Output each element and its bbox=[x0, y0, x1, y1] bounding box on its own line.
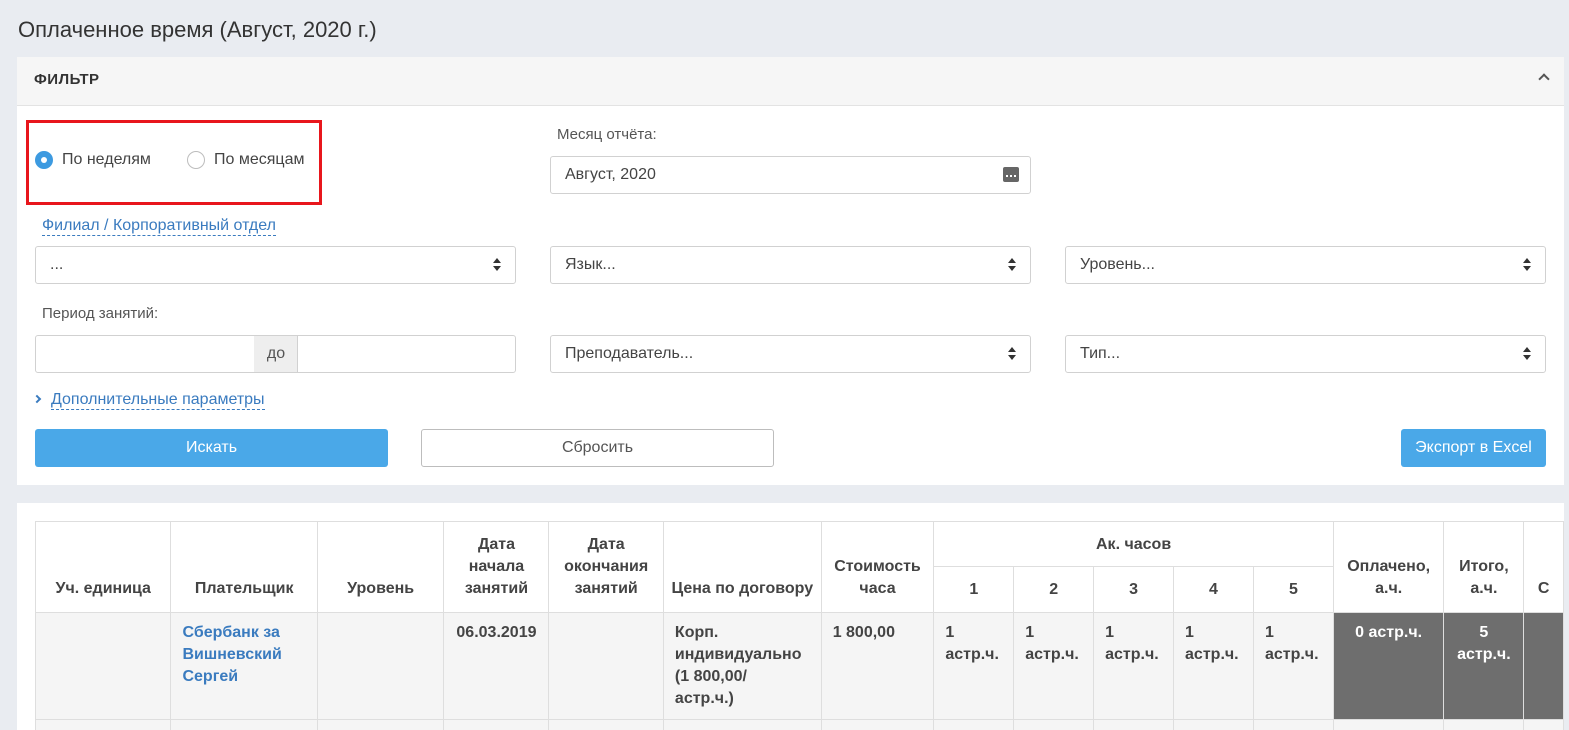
select-arrows-icon bbox=[1522, 258, 1532, 272]
report-month-value: Август, 2020 bbox=[565, 166, 656, 183]
radio-by-months[interactable]: По месяцам bbox=[187, 151, 304, 169]
results-panel: Уч. единица Плательщик Уровень Дата нача… bbox=[17, 503, 1564, 730]
col-payer[interactable]: Плательщик bbox=[170, 521, 318, 613]
col-week-5[interactable]: 5 bbox=[1252, 566, 1334, 613]
cell-empty bbox=[548, 719, 664, 730]
col-unit[interactable]: Уч. единица bbox=[34, 521, 172, 613]
filter-title: ФИЛЬТР bbox=[34, 71, 100, 88]
col-paid[interactable]: Оплачено, а.ч. bbox=[1332, 521, 1445, 613]
branch-select-value: ... bbox=[50, 256, 64, 273]
cell-total: 5 астр.ч. bbox=[1443, 612, 1525, 720]
filter-panel: ФИЛЬТР По неделям По месяцам Месяц отчёт… bbox=[17, 57, 1564, 485]
cell-cut bbox=[1523, 612, 1564, 720]
col-cut[interactable]: С bbox=[1523, 521, 1564, 613]
type-select[interactable]: Тип... bbox=[1065, 335, 1546, 373]
class-period-label: Период занятий: bbox=[42, 305, 159, 322]
cell-empty bbox=[1093, 719, 1175, 730]
cell-empty bbox=[933, 719, 1015, 730]
level-select-value: Уровень... bbox=[1080, 256, 1155, 273]
calendar-icon[interactable] bbox=[1003, 167, 1019, 182]
cell-level bbox=[316, 612, 445, 720]
type-select-value: Тип... bbox=[1080, 345, 1121, 362]
cell-week-4: 1 астр.ч. bbox=[1173, 612, 1254, 720]
col-hour-cost[interactable]: Стоимость часа bbox=[820, 521, 935, 613]
search-button[interactable]: Искать bbox=[35, 429, 388, 467]
report-month-label: Месяц отчёта: bbox=[557, 126, 657, 143]
export-excel-button[interactable]: Экспорт в Excel bbox=[1401, 429, 1546, 467]
cell-empty bbox=[170, 719, 318, 730]
table-row: Сбербанк за Вишневский Сергей 06.03.2019… bbox=[34, 612, 1564, 720]
cell-hour-cost: 1 800,00 bbox=[820, 612, 935, 720]
level-select[interactable]: Уровень... bbox=[1065, 246, 1546, 284]
cell-empty bbox=[1252, 719, 1334, 730]
report-month-input[interactable]: Август, 2020 bbox=[550, 156, 1031, 194]
filter-header[interactable]: ФИЛЬТР bbox=[17, 57, 1564, 106]
select-arrows-icon bbox=[492, 258, 502, 272]
cell-empty bbox=[1443, 719, 1525, 730]
col-week-1[interactable]: 1 bbox=[933, 566, 1015, 613]
chevron-right-icon[interactable] bbox=[32, 394, 42, 404]
additional-params-link[interactable]: Дополнительные параметры bbox=[51, 390, 265, 410]
cell-end-date bbox=[548, 612, 664, 720]
period-to-input[interactable] bbox=[297, 335, 516, 373]
col-end-date[interactable]: Дата окончания занятий bbox=[548, 521, 664, 613]
branch-link[interactable]: Филиал / Корпоративный отдел bbox=[42, 216, 276, 236]
cell-empty bbox=[1332, 719, 1445, 730]
col-week-2[interactable]: 2 bbox=[1013, 566, 1095, 613]
select-arrows-icon bbox=[1007, 347, 1017, 361]
cell-empty bbox=[820, 719, 935, 730]
payer-link[interactable]: Сбербанк за Вишневский Сергей bbox=[182, 624, 281, 685]
cell-empty bbox=[1013, 719, 1095, 730]
cell-payer: Сбербанк за Вишневский Сергей bbox=[170, 612, 318, 720]
cell-empty bbox=[34, 719, 172, 730]
cell-empty bbox=[1523, 719, 1564, 730]
period-from-input[interactable] bbox=[35, 335, 255, 373]
page-title: Оплаченное время (Август, 2020 г.) bbox=[18, 17, 377, 42]
col-start-date[interactable]: Дата начала занятий bbox=[443, 521, 550, 613]
chevron-up-icon[interactable] bbox=[1538, 73, 1550, 85]
language-select-value: Язык... bbox=[565, 256, 616, 273]
select-arrows-icon bbox=[1007, 258, 1017, 272]
cell-empty bbox=[316, 719, 445, 730]
reset-button[interactable]: Сбросить bbox=[421, 429, 774, 467]
language-select[interactable]: Язык... bbox=[550, 246, 1031, 284]
cell-week-2: 1 астр.ч. bbox=[1013, 612, 1095, 720]
cell-week-1: 1 астр.ч. bbox=[933, 612, 1015, 720]
col-price[interactable]: Цена по договору bbox=[662, 521, 822, 613]
select-arrows-icon bbox=[1522, 347, 1532, 361]
cell-empty bbox=[662, 719, 822, 730]
radio-by-weeks-label: По неделям bbox=[62, 151, 151, 168]
paid-time-table: Уч. единица Плательщик Уровень Дата нача… bbox=[34, 521, 1564, 730]
period-to-addon: до bbox=[254, 335, 298, 373]
cell-week-5: 1 астр.ч. bbox=[1252, 612, 1334, 720]
cell-empty bbox=[1173, 719, 1254, 730]
col-ak-hours: Ак. часов bbox=[933, 521, 1334, 567]
cell-week-3: 1 астр.ч. bbox=[1093, 612, 1175, 720]
radio-by-weeks[interactable]: По неделям bbox=[35, 151, 151, 169]
col-week-4[interactable]: 4 bbox=[1173, 566, 1254, 613]
cell-price: Корп. индивидуально (1 800,00/ астр.ч.) bbox=[662, 612, 822, 720]
branch-select[interactable]: ... bbox=[35, 246, 516, 284]
cell-unit bbox=[34, 612, 172, 720]
teacher-select[interactable]: Преподаватель... bbox=[550, 335, 1031, 373]
teacher-select-value: Преподаватель... bbox=[565, 345, 694, 362]
radio-unchecked-icon[interactable] bbox=[187, 151, 205, 169]
radio-by-months-label: По месяцам bbox=[214, 151, 305, 168]
col-week-3[interactable]: 3 bbox=[1093, 566, 1175, 613]
radio-checked-icon[interactable] bbox=[35, 151, 53, 169]
col-total[interactable]: Итого, а.ч. bbox=[1443, 521, 1525, 613]
table-row bbox=[34, 719, 1564, 730]
cell-paid: 0 астр.ч. bbox=[1332, 612, 1445, 720]
cell-start-date: 06.03.2019 bbox=[443, 612, 550, 720]
col-level[interactable]: Уровень bbox=[316, 521, 445, 613]
cell-empty bbox=[443, 719, 550, 730]
